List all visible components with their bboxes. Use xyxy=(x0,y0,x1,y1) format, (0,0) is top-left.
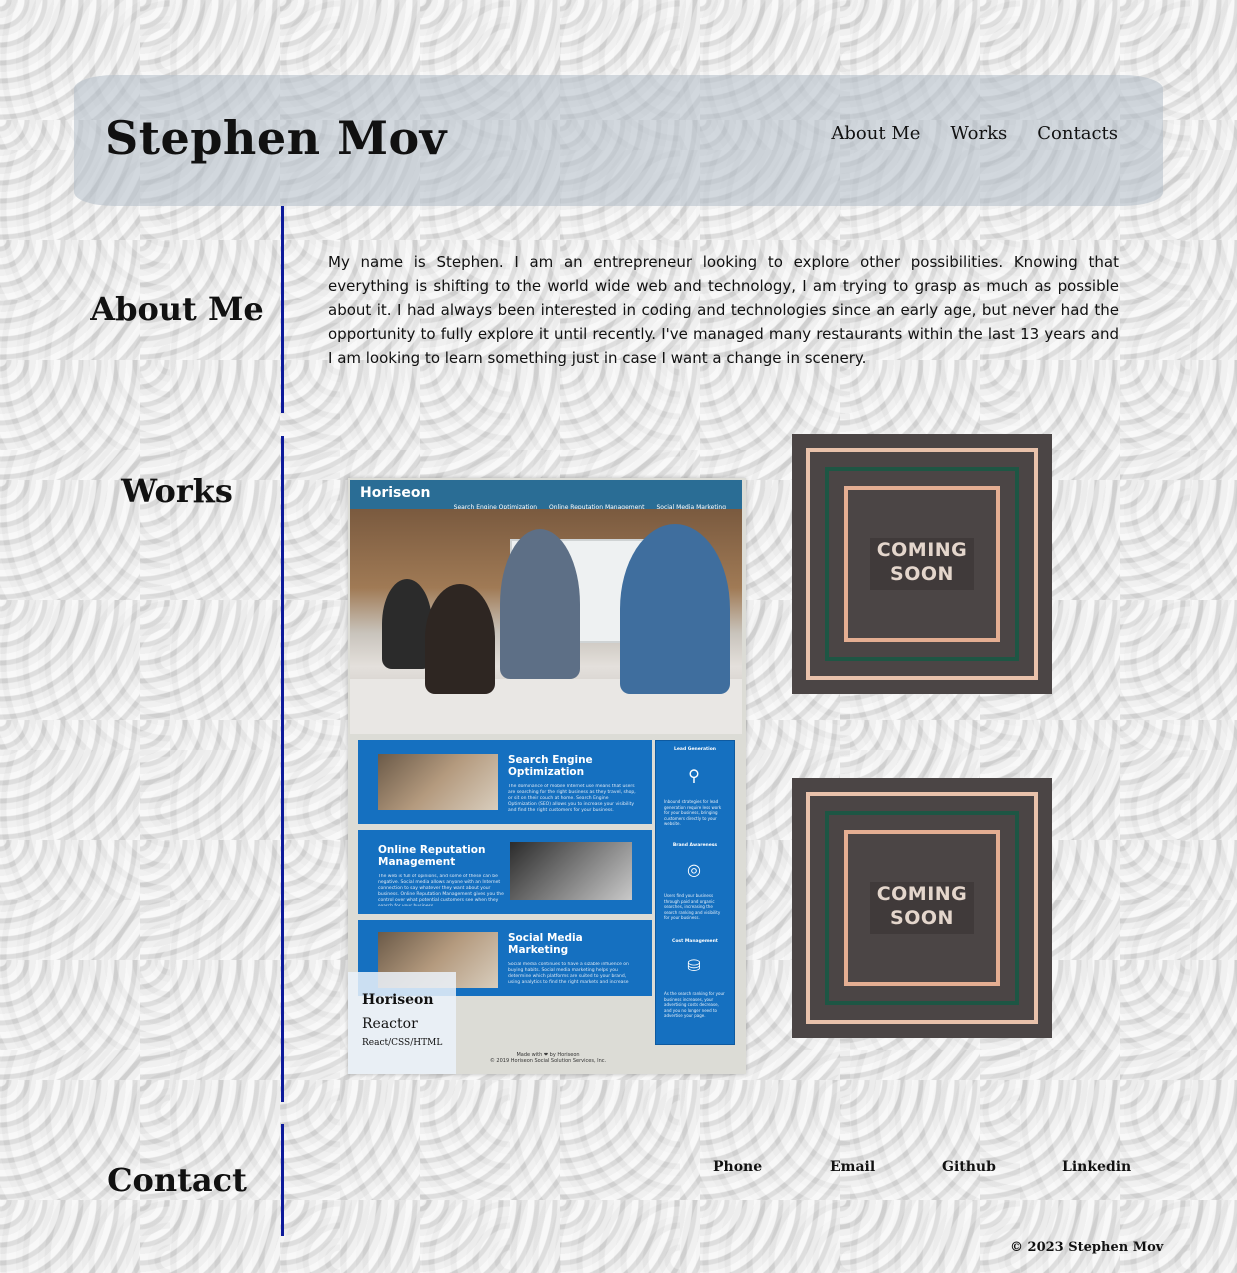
screenshot-sidebar: Lead Generation ⚲ Inbound strategies for… xyxy=(655,740,735,1045)
coming-soon-line: SOON xyxy=(890,563,954,585)
coming-soon-tile[interactable]: COMING SOON xyxy=(792,434,1052,694)
card-text: The web is full of opinions, and some of… xyxy=(378,874,504,906)
screenshot-card: Search Engine Optimization The dominance… xyxy=(358,740,652,824)
main-nav: About Me Works Contacts xyxy=(831,123,1118,144)
screenshot-card: Online Reputation Management The web is … xyxy=(358,830,652,914)
screenshot-topbar: Horiseon Search Engine Optimization Onli… xyxy=(350,480,742,511)
contact-email-link[interactable]: Email xyxy=(830,1159,875,1175)
contact-github-link[interactable]: Github xyxy=(942,1159,996,1175)
card-title: Social Media Marketing xyxy=(508,932,583,956)
project-caption: Horiseon Reactor React/CSS/HTML xyxy=(348,972,456,1074)
coming-soon-line: COMING xyxy=(876,883,968,905)
screenshot-footer-line: © 2019 Horiseon Social Solution Services… xyxy=(489,1058,607,1064)
side-heading: Lead Generation xyxy=(674,747,716,752)
person-figure xyxy=(620,524,730,694)
site-title: Stephen Mov xyxy=(105,111,447,165)
site-header: Stephen Mov About Me Works Contacts xyxy=(74,75,1163,206)
coming-soon-line: SOON xyxy=(890,907,954,929)
copyright: © 2023 Stephen Mov xyxy=(1010,1240,1164,1255)
contact-phone-link[interactable]: Phone xyxy=(713,1159,762,1175)
card-title: Search Engine Optimization xyxy=(508,754,593,778)
card-thumbnail xyxy=(510,842,632,900)
contact-divider xyxy=(281,1124,284,1236)
side-text: Inbound strategies for lead generation r… xyxy=(664,799,722,826)
side-heading: Cost Management xyxy=(672,939,718,944)
about-text: My name is Stephen. I am an entrepreneur… xyxy=(328,253,1119,367)
coming-soon-label: COMING SOON xyxy=(870,882,974,934)
works-divider xyxy=(281,436,284,1102)
about-heading: About Me xyxy=(90,290,264,328)
nav-link-about[interactable]: About Me xyxy=(831,123,920,144)
nav-link-works[interactable]: Works xyxy=(950,123,1007,144)
brand-awareness-icon: ◎ xyxy=(687,860,701,879)
cost-management-icon: ⛁ xyxy=(687,956,701,975)
person-figure xyxy=(500,529,580,679)
side-text: As the search ranking for your business … xyxy=(664,991,725,1018)
coming-soon-line: COMING xyxy=(876,539,968,561)
screenshot-brand: Horiseon xyxy=(360,485,431,501)
project-name: Horiseon xyxy=(362,992,434,1008)
project-subtitle: Reactor xyxy=(362,1016,418,1032)
screenshot-hero-photo xyxy=(350,509,742,734)
lead-generation-icon: ⚲ xyxy=(688,766,700,785)
card-text: The dominance of mobile Internet use mea… xyxy=(508,784,636,813)
project-tech: React/CSS/HTML xyxy=(362,1038,443,1048)
card-text: Social media continues to have a sizable… xyxy=(508,962,629,985)
contact-linkedin-link[interactable]: Linkedin xyxy=(1062,1159,1131,1175)
nav-link-contacts[interactable]: Contacts xyxy=(1037,123,1118,144)
side-heading: Brand Awareness xyxy=(672,843,718,848)
card-thumbnail xyxy=(378,754,498,810)
contact-links: Phone Email Github Linkedin xyxy=(0,1159,1237,1179)
side-text: Users find your business through paid an… xyxy=(664,893,721,920)
card-title: Online Reputation Management xyxy=(378,844,486,868)
coming-soon-label: COMING SOON xyxy=(870,538,974,590)
about-divider xyxy=(281,206,284,413)
works-heading: Works xyxy=(121,472,233,510)
project-card-horiseon[interactable]: Horiseon Search Engine Optimization Onli… xyxy=(348,478,746,1074)
person-figure xyxy=(425,584,495,694)
coming-soon-tile[interactable]: COMING SOON xyxy=(792,778,1052,1038)
screenshot-footer: Made with ❤ by Horiseon © 2019 Horiseon … xyxy=(478,1052,618,1064)
